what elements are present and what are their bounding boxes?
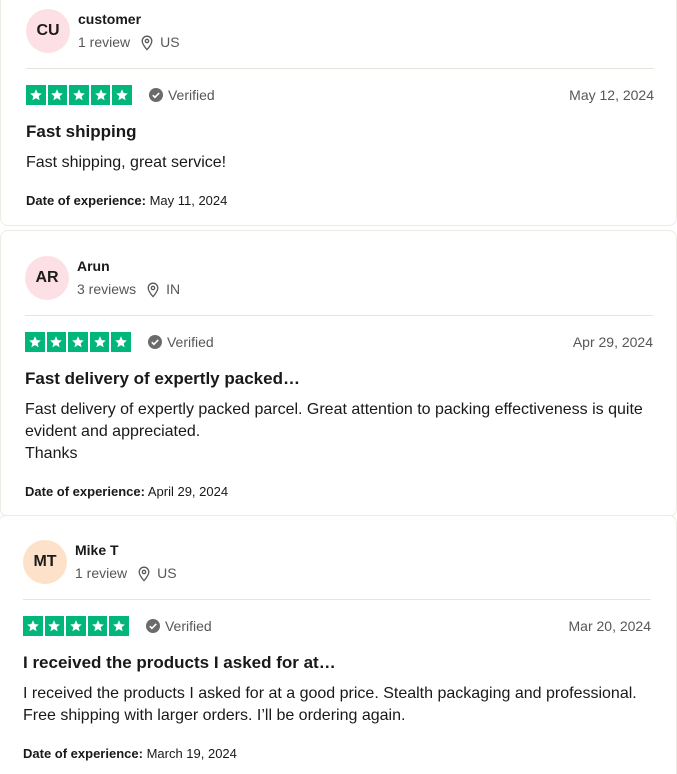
verified-badge[interactable]: Verified	[145, 618, 212, 634]
consumer-location: US	[137, 565, 177, 582]
verified-check-icon	[148, 88, 163, 102]
location-pin-icon	[141, 35, 153, 51]
avatar[interactable]: CU	[26, 9, 70, 53]
verified-check-icon	[147, 335, 162, 349]
date-of-experience: Date of experience: May 11, 2024	[26, 193, 654, 208]
date-of-experience: Date of experience: March 19, 2024	[23, 746, 651, 761]
star-icon	[46, 332, 67, 352]
review-count: 1 review	[75, 565, 128, 581]
verified-label: Verified	[166, 334, 214, 350]
review-body: Fast delivery of expertly packed parcel.…	[25, 401, 643, 462]
consumer-info[interactable]: CU customer 1 review US	[26, 9, 654, 53]
star-icon	[111, 332, 131, 352]
verified-badge[interactable]: Verified	[147, 334, 214, 350]
review-count: 3 reviews	[77, 281, 137, 297]
verified-check-icon	[145, 619, 160, 633]
star-icon	[112, 85, 132, 105]
review-card: MT Mike T 1 review US Verified Mar 20, 2…	[0, 515, 677, 774]
consumer-name[interactable]: Arun	[77, 258, 180, 275]
review-date: May 12, 2024	[569, 87, 654, 103]
location-pin-icon	[138, 566, 150, 582]
consumer-name[interactable]: Mike T	[75, 542, 177, 559]
review-count: 1 review	[78, 34, 131, 50]
consumer-name[interactable]: customer	[78, 11, 180, 28]
review-title[interactable]: I received the products I asked for at…	[23, 653, 651, 673]
star-icon	[87, 616, 108, 636]
star-icon	[109, 616, 129, 636]
country-code: US	[160, 34, 180, 50]
star-icon	[69, 85, 89, 105]
experience-label: Date of experience:	[23, 746, 143, 761]
star-rating	[26, 85, 132, 105]
experience-label: Date of experience:	[26, 193, 146, 208]
verified-label: Verified	[167, 87, 215, 103]
star-icon	[89, 332, 110, 352]
avatar[interactable]: AR	[25, 256, 69, 300]
review-date: Mar 20, 2024	[568, 618, 652, 634]
star-icon	[25, 332, 45, 352]
country-code: US	[157, 565, 177, 581]
avatar[interactable]: MT	[23, 540, 67, 584]
star-icon	[26, 85, 46, 105]
verified-label: Verified	[164, 618, 212, 634]
star-icon	[66, 616, 86, 636]
review-body: I received the products I asked for at a…	[23, 685, 637, 724]
experience-label: Date of experience:	[25, 484, 145, 499]
experience-date: March 19, 2024	[146, 746, 237, 761]
star-rating	[25, 332, 131, 352]
review-title[interactable]: Fast shipping	[26, 122, 654, 142]
country-code: IN	[166, 281, 181, 297]
consumer-location: IN	[146, 281, 180, 298]
review-body: Fast shipping, great service!	[26, 154, 227, 171]
verified-badge[interactable]: Verified	[148, 87, 215, 103]
star-icon	[44, 616, 65, 636]
star-rating	[23, 616, 129, 636]
divider	[25, 315, 653, 316]
review-title[interactable]: Fast delivery of expertly packed…	[25, 369, 653, 389]
experience-date: May 11, 2024	[149, 193, 228, 208]
star-icon	[23, 616, 43, 636]
review-card: AR Arun 3 reviews IN Verified Apr 29, 20…	[0, 230, 677, 517]
consumer-info[interactable]: AR Arun 3 reviews IN	[25, 256, 653, 300]
divider	[23, 599, 651, 600]
star-icon	[47, 85, 68, 105]
star-icon	[90, 85, 111, 105]
star-icon	[68, 332, 88, 352]
date-of-experience: Date of experience: April 29, 2024	[25, 484, 653, 499]
consumer-location: US	[140, 34, 180, 51]
consumer-info[interactable]: MT Mike T 1 review US	[23, 540, 651, 584]
location-pin-icon	[147, 282, 159, 298]
divider	[26, 68, 654, 69]
review-card: CU customer 1 review US Verified May 12,…	[0, 0, 677, 226]
experience-date: April 29, 2024	[147, 484, 229, 499]
review-date: Apr 29, 2024	[572, 334, 653, 350]
